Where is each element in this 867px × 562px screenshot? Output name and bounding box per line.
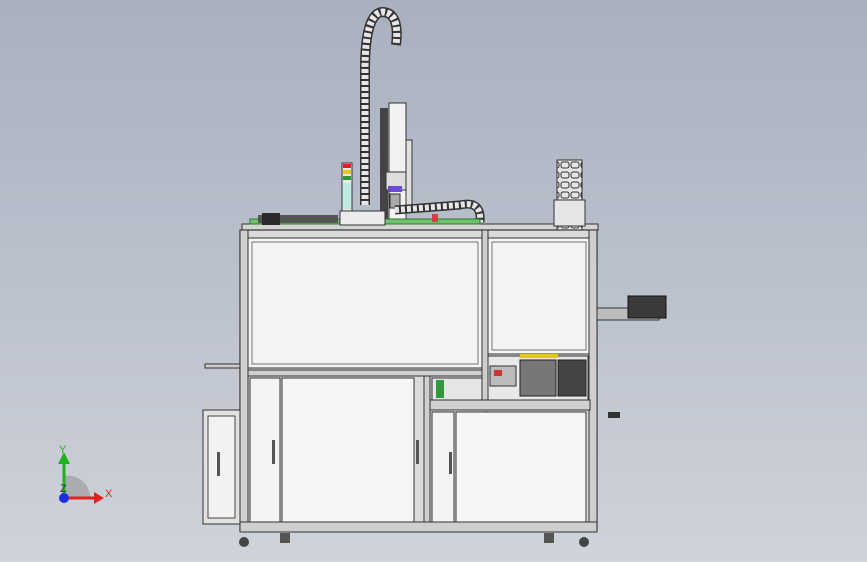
left-narrow-door <box>249 377 281 523</box>
center-door <box>281 377 415 523</box>
y-axis-label: Y <box>59 444 67 456</box>
upper-left-panel <box>247 237 483 369</box>
side-shelf <box>204 363 241 369</box>
door-handle <box>416 440 419 464</box>
door-handle <box>449 452 452 474</box>
top-plate <box>241 210 599 231</box>
cad-viewport[interactable]: Y X Z <box>0 0 867 562</box>
x-axis-label: X <box>105 488 113 500</box>
right-motor-unit <box>596 295 667 418</box>
side-cabinet <box>202 363 241 525</box>
door-handle <box>272 440 275 464</box>
tray-stacker <box>553 159 586 231</box>
stack-light <box>341 162 353 212</box>
upper-right-panel <box>487 237 591 355</box>
right-door <box>455 411 587 523</box>
casters <box>239 533 589 547</box>
z-axis-label: Z <box>60 483 67 495</box>
coordinate-triad: Y X Z <box>58 444 113 504</box>
purple-gripper-block <box>388 186 402 192</box>
